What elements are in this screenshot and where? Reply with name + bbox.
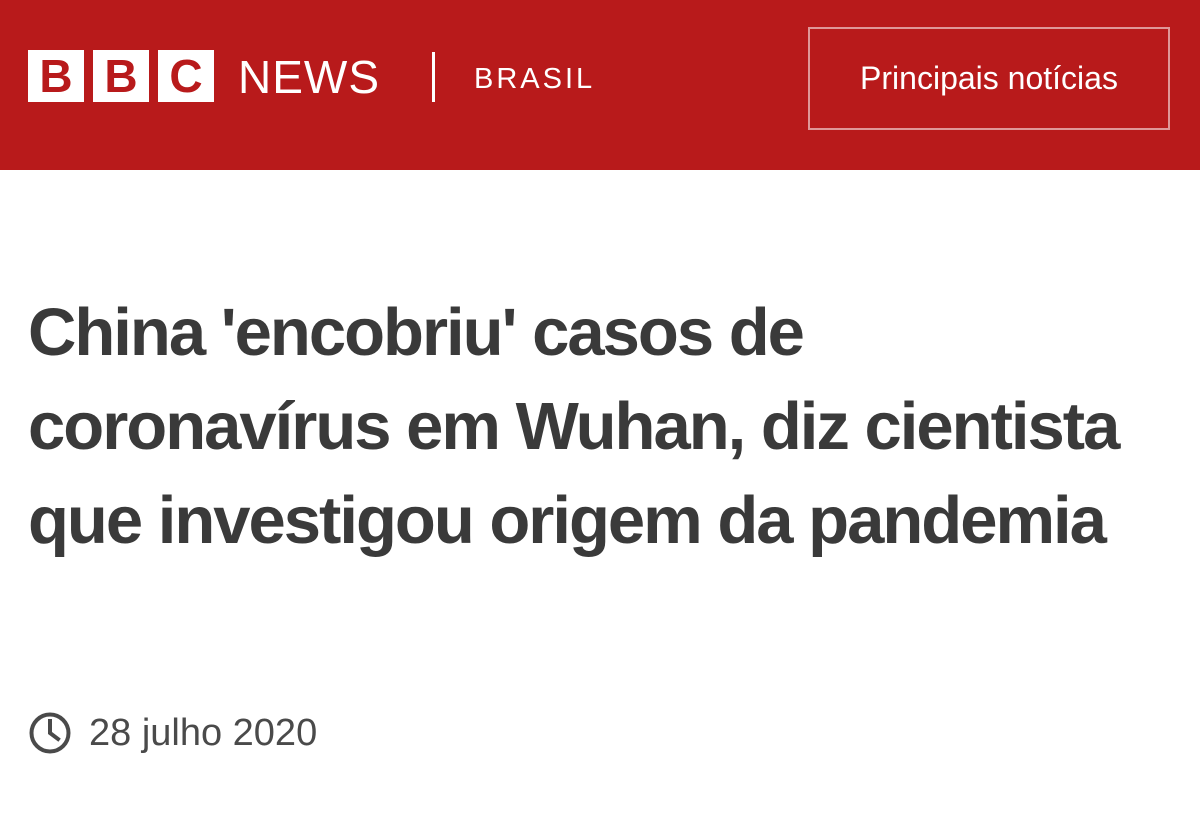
logo-divider [432, 52, 435, 102]
article-dateline: 28 julho 2020 [28, 705, 317, 761]
bbc-logo[interactable]: B B C [28, 50, 223, 102]
site-header: B B C NEWS BRASIL Principais notícias [0, 0, 1200, 170]
logo-letter-b1: B [28, 50, 84, 102]
edition-label[interactable]: BRASIL [474, 56, 595, 100]
top-stories-button[interactable]: Principais notícias [808, 27, 1170, 130]
publish-date: 28 julho 2020 [89, 712, 318, 754]
article-headline: China 'encobriu' casos de coronavírus em… [28, 295, 1120, 558]
logo-letter-b2: B [93, 50, 149, 102]
logo-letter-c: C [158, 50, 214, 102]
logo-news-text[interactable]: NEWS [238, 50, 380, 103]
clock-icon [29, 712, 71, 754]
